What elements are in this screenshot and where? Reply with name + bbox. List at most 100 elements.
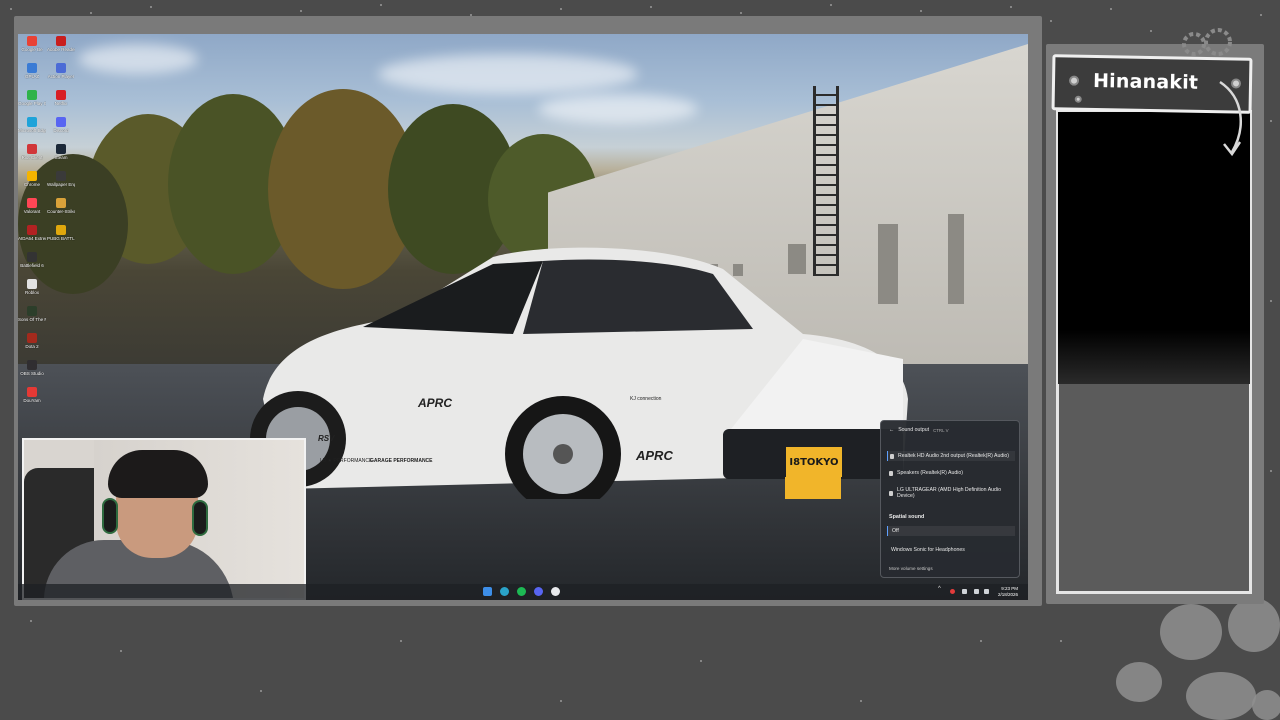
- desktop-icon[interactable]: Google Play Games: [18, 90, 46, 106]
- gear-icon: [1182, 28, 1232, 56]
- desktop-icon-label: Discord: [53, 128, 69, 133]
- building-door: [948, 214, 964, 304]
- spatial-option[interactable]: Off: [887, 526, 1015, 536]
- wifi-icon[interactable]: [974, 589, 979, 594]
- device-option[interactable]: Realtek HD Audio 2nd output (Realtek(R) …: [887, 451, 1015, 461]
- desktop-icon-label: Valorant: [23, 209, 41, 214]
- background-dot: [650, 6, 652, 8]
- desktop-icon[interactable]: Wallpaper Engine: [47, 171, 75, 187]
- background-dot: [380, 4, 382, 6]
- desktop-icon-label: Steam: [54, 155, 68, 160]
- decor-blob: [1160, 604, 1222, 660]
- desktop-icon[interactable]: Chrome: [18, 171, 46, 187]
- desktop-icon[interactable]: Dota 2: [18, 333, 46, 349]
- streamer-name: Hinanakit: [1092, 69, 1199, 94]
- flyout-title: Sound output: [898, 427, 930, 433]
- desktop-icon[interactable]: AIDA64 Extreme: [18, 225, 46, 241]
- decor-blob: [1186, 672, 1256, 720]
- desktop-icon[interactable]: Valorant: [18, 198, 46, 214]
- desktop-icon[interactable]: Netflix: [47, 90, 75, 106]
- more-volume-settings-link[interactable]: More volume settings: [889, 566, 933, 571]
- recording-icon[interactable]: [950, 589, 955, 594]
- windows-start-icon[interactable]: [483, 587, 492, 596]
- desktop-icon[interactable]: GPU-Z: [18, 63, 46, 79]
- device-option[interactable]: Speakers (Realtek(R) Audio): [887, 468, 1015, 478]
- app-icon: [27, 333, 37, 343]
- background-dot: [700, 660, 702, 662]
- background-dot: [560, 8, 562, 10]
- app-icon: [27, 387, 37, 397]
- app-icon: [27, 252, 37, 262]
- background-dot: [300, 10, 302, 12]
- desktop-icon[interactable]: Action Player: [47, 63, 75, 79]
- back-arrow-icon[interactable]: ←: [889, 427, 894, 433]
- volume-icon[interactable]: [984, 589, 989, 594]
- decor-blob: [1252, 690, 1280, 720]
- desktop-icon-label: Dota 2: [25, 344, 39, 349]
- background-dot: [560, 700, 562, 702]
- desktop-icon-label: GPU-Z: [25, 74, 39, 79]
- background-dot: [1270, 470, 1272, 472]
- app-icon: [27, 225, 37, 235]
- stream-canvas: I8TOKYO APRC APRC RSV LB ★ PERFORMANCE G…: [0, 0, 1280, 720]
- app-icon: [56, 144, 66, 154]
- spatial-sound-heading: Spatial sound: [889, 514, 925, 520]
- cloud: [538, 94, 698, 124]
- background-dot: [90, 12, 92, 14]
- desktop-icon-label: Counter-Strike: [47, 209, 75, 214]
- chrome-icon[interactable]: [551, 587, 560, 596]
- desktop-icon[interactable]: Steam: [47, 144, 75, 160]
- desktop-icon-label: Roblox: [24, 290, 39, 295]
- desktop-icon[interactable]: Battlefield 6: [18, 252, 46, 268]
- mic-icon[interactable]: [962, 589, 967, 594]
- headphones-icon: [890, 453, 894, 459]
- background-dot: [740, 12, 742, 14]
- background-dot: [10, 8, 12, 10]
- desktop-icon[interactable]: Counter-Strike: [47, 198, 75, 214]
- clock-date: 2/18/2026: [997, 591, 1018, 597]
- background-dot: [1110, 8, 1112, 10]
- license-plate: I8TOKYO: [786, 447, 842, 477]
- desktop-icon-label: AIDA64 Extreme: [18, 236, 46, 241]
- webcam-hair: [108, 450, 208, 498]
- background-dot: [1260, 14, 1262, 16]
- edge-icon[interactable]: [500, 587, 509, 596]
- chevron-up-icon[interactable]: ^: [938, 586, 943, 592]
- clock-time: 9:23 PM: [1001, 586, 1018, 591]
- background-dot: [120, 650, 122, 652]
- desktop-icon[interactable]: Riot Client: [18, 144, 46, 160]
- spotify-icon[interactable]: [517, 587, 526, 596]
- app-icon: [56, 36, 66, 46]
- desktop-icon-label: DouYam: [23, 398, 41, 403]
- background-dot: [1060, 640, 1062, 642]
- curved-arrow-icon: [1219, 80, 1242, 157]
- desktop-icon[interactable]: DouYam: [18, 387, 46, 403]
- desktop-icon[interactable]: OBS Studio: [18, 360, 46, 376]
- spatial-option[interactable]: Windows Sonic for Headphones: [887, 545, 1015, 555]
- desktop-icon[interactable]: Adobe Reader: [47, 36, 75, 52]
- app-icon: [56, 117, 66, 127]
- device-option[interactable]: LG ULTRAGEAR (AMD High Definition Audio …: [887, 485, 1015, 501]
- desktop-icon[interactable]: Sons Of The Forest: [18, 306, 46, 322]
- pin-icon: [1074, 95, 1082, 103]
- desktop-icon-label: Chrome: [23, 182, 40, 187]
- desktop-icon-label: Microsoft Edge: [18, 128, 46, 133]
- taskbar-clock[interactable]: 9:23 PM 2/18/2026: [998, 586, 1018, 597]
- desktop-icon[interactable]: PUBG BATTLEGR...: [47, 225, 75, 241]
- background-dot: [980, 640, 982, 642]
- app-icon: [27, 360, 37, 370]
- desktop-icon-label: Google Play Games: [18, 101, 46, 106]
- monitor-icon: [889, 490, 893, 496]
- desktop-icon[interactable]: Roblox: [18, 279, 46, 295]
- app-icon: [56, 90, 66, 100]
- desktop-icon[interactable]: Microsoft Edge: [18, 117, 46, 133]
- app-icon: [27, 144, 37, 154]
- desktop-icon[interactable]: Discord: [47, 117, 75, 133]
- discord-icon[interactable]: [534, 587, 543, 596]
- app-icon: [27, 171, 37, 181]
- background-dot: [1270, 300, 1272, 302]
- taskbar: ^ 9:23 PM 2/18/2026: [18, 584, 1028, 600]
- desktop-icon[interactable]: Google Be: [18, 36, 46, 52]
- app-icon: [56, 225, 66, 235]
- app-icon: [56, 198, 66, 208]
